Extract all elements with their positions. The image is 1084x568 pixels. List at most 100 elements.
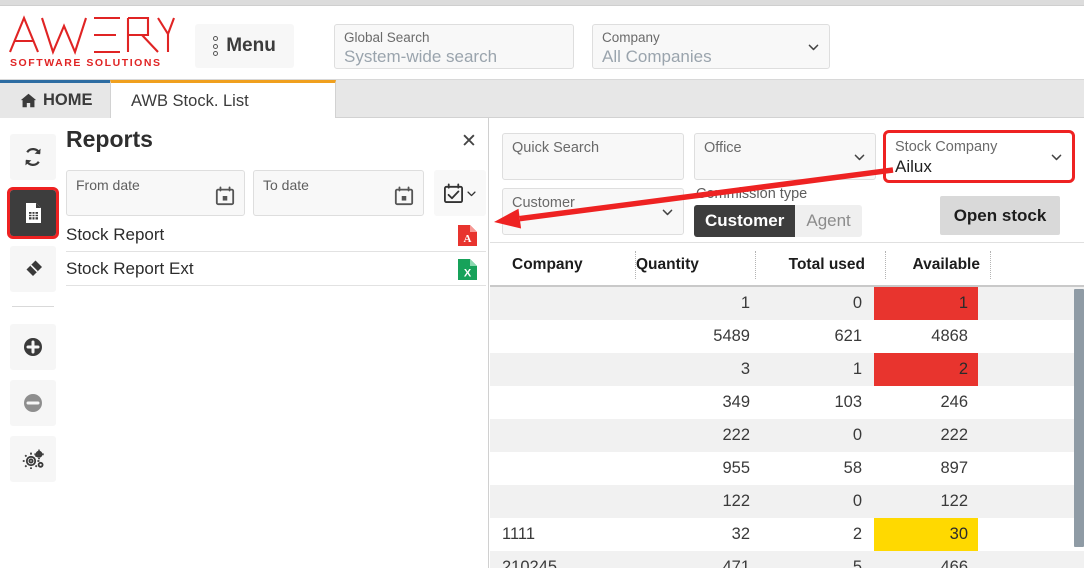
plus-circle-icon bbox=[21, 335, 45, 359]
open-stock-button[interactable]: Open stock bbox=[940, 196, 1060, 235]
commission-type-segmented: Customer Agent bbox=[694, 205, 862, 237]
vertical-scrollbar[interactable] bbox=[1074, 289, 1084, 547]
app-logo: SOFTWARE SOLUTIONS bbox=[8, 14, 178, 69]
cell-company bbox=[502, 485, 632, 518]
customer-select[interactable]: Customer bbox=[502, 188, 684, 235]
stock-company-select[interactable]: Stock Company Ailux bbox=[886, 133, 1072, 180]
cell-total-used: 103 bbox=[758, 386, 862, 419]
table-row[interactable]: 2102454715466 bbox=[490, 551, 1084, 568]
cell-total-used: 621 bbox=[758, 320, 862, 353]
tab-awb-stock-list[interactable]: AWB Stock. List bbox=[110, 80, 336, 119]
menu-button-label: Menu bbox=[226, 35, 276, 57]
date-preset-dropdown[interactable] bbox=[434, 170, 486, 216]
report-row-stock-report-ext[interactable]: Stock Report Ext X bbox=[66, 252, 486, 286]
company-select-value: All Companies bbox=[602, 47, 712, 67]
stock-table: Company Quantity Total used Available 10… bbox=[490, 242, 1084, 568]
cell-quantity: 122 bbox=[636, 485, 750, 518]
office-select[interactable]: Office bbox=[694, 133, 876, 180]
left-icon-rail bbox=[0, 118, 66, 568]
cell-available: 222 bbox=[874, 419, 978, 452]
customer-select-label: Customer bbox=[512, 195, 575, 211]
company-select[interactable]: Company All Companies bbox=[592, 24, 830, 69]
cell-quantity: 955 bbox=[636, 452, 750, 485]
table-row[interactable]: 2220222 bbox=[490, 419, 1084, 452]
cell-company bbox=[502, 353, 632, 386]
rail-add-button[interactable] bbox=[10, 324, 56, 370]
chevron-down-icon bbox=[807, 40, 820, 53]
table-row[interactable]: 111132230 bbox=[490, 518, 1084, 551]
commission-type-option-agent[interactable]: Agent bbox=[795, 205, 861, 237]
global-search-field[interactable]: Global Search System-wide search bbox=[334, 24, 574, 69]
rail-reports-button[interactable] bbox=[10, 190, 56, 236]
minus-circle-icon bbox=[21, 391, 45, 415]
table-row[interactable]: 95558897 bbox=[490, 452, 1084, 485]
calendar-icon[interactable] bbox=[394, 186, 414, 206]
chevron-down-icon bbox=[853, 150, 866, 163]
chevron-down-icon bbox=[466, 188, 477, 199]
cell-quantity: 32 bbox=[636, 518, 750, 551]
pdf-icon[interactable]: A bbox=[457, 224, 478, 247]
column-header-total-used[interactable]: Total used bbox=[745, 243, 865, 287]
table-row[interactable]: 349103 246 bbox=[490, 386, 1084, 419]
office-select-label: Office bbox=[704, 140, 742, 156]
cell-total-used: 1 bbox=[758, 353, 862, 386]
table-row[interactable]: 5489621 4868 bbox=[490, 320, 1084, 353]
awery-wordmark-icon bbox=[8, 14, 176, 56]
global-search-label: Global Search bbox=[344, 30, 430, 45]
cell-company bbox=[502, 452, 632, 485]
excel-icon[interactable]: X bbox=[457, 258, 478, 281]
cell-company bbox=[502, 386, 632, 419]
commission-type-label: Commission type bbox=[696, 186, 876, 202]
rail-refresh-button[interactable] bbox=[10, 134, 56, 180]
report-name: Stock Report Ext bbox=[66, 259, 194, 279]
cell-company: 1111 bbox=[502, 518, 632, 551]
column-divider[interactable] bbox=[990, 251, 991, 279]
cell-quantity: 5489 bbox=[636, 320, 750, 353]
rail-eraser-button[interactable] bbox=[10, 246, 56, 292]
to-date-field[interactable]: To date bbox=[253, 170, 424, 216]
cell-quantity: 3 bbox=[636, 353, 750, 386]
report-row-stock-report[interactable]: Stock Report A bbox=[66, 218, 486, 252]
logo-subtitle: SOFTWARE SOLUTIONS bbox=[8, 57, 178, 69]
from-date-field[interactable]: From date bbox=[66, 170, 245, 216]
cell-company bbox=[502, 320, 632, 353]
column-header-available[interactable]: Available bbox=[885, 243, 980, 287]
stock-company-value: Ailux bbox=[895, 157, 932, 177]
cell-total-used: 0 bbox=[758, 419, 862, 452]
rail-remove-button[interactable] bbox=[10, 380, 56, 426]
table-row[interactable]: 101 bbox=[490, 287, 1084, 320]
calendar-check-icon bbox=[443, 183, 464, 204]
table-row[interactable]: 1220122 bbox=[490, 485, 1084, 518]
cell-total-used: 2 bbox=[758, 518, 862, 551]
quick-search-input[interactable]: Quick Search bbox=[502, 133, 684, 180]
gears-icon bbox=[21, 447, 45, 471]
commission-type-option-customer[interactable]: Customer bbox=[694, 205, 795, 237]
cell-available: 246 bbox=[874, 386, 978, 419]
rail-settings-button[interactable] bbox=[10, 436, 56, 482]
column-header-company[interactable]: Company bbox=[512, 243, 583, 287]
cell-total-used: 0 bbox=[758, 485, 862, 518]
table-header-row: Company Quantity Total used Available bbox=[490, 243, 1084, 287]
cell-company bbox=[502, 419, 632, 452]
close-icon[interactable]: ✕ bbox=[458, 130, 480, 152]
from-date-label: From date bbox=[76, 177, 140, 193]
cell-available: 4868 bbox=[874, 320, 978, 353]
chevron-down-icon bbox=[1050, 150, 1063, 163]
rail-divider bbox=[12, 306, 54, 307]
tab-home[interactable]: HOME bbox=[0, 80, 110, 118]
home-icon bbox=[20, 92, 37, 109]
cell-total-used: 5 bbox=[758, 551, 862, 568]
cell-available: 466 bbox=[874, 551, 978, 568]
report-name: Stock Report bbox=[66, 225, 164, 245]
menu-button[interactable]: Menu bbox=[195, 24, 294, 68]
cell-company: 210245 bbox=[502, 551, 632, 568]
column-header-quantity[interactable]: Quantity bbox=[636, 243, 699, 287]
table-row[interactable]: 312 bbox=[490, 353, 1084, 386]
cell-available: 1 bbox=[874, 287, 978, 320]
reports-panel-title: Reports bbox=[66, 126, 153, 153]
cell-quantity: 349 bbox=[636, 386, 750, 419]
calendar-icon[interactable] bbox=[215, 186, 235, 206]
cell-available: 122 bbox=[874, 485, 978, 518]
company-select-label: Company bbox=[602, 30, 660, 45]
reports-panel: Reports ✕ From date To date bbox=[66, 118, 489, 568]
